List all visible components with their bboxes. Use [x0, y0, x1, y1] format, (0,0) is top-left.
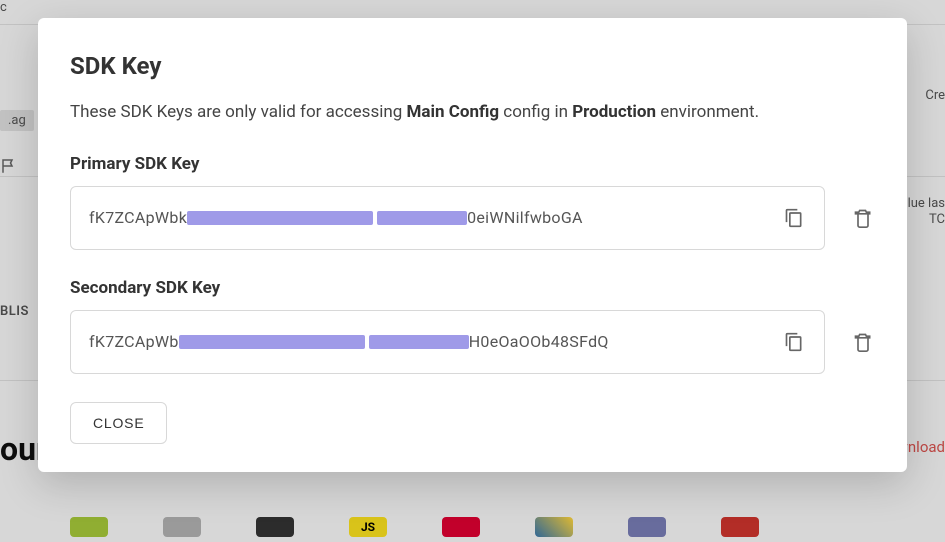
secondary-key-label: Secondary SDK Key [70, 278, 875, 298]
environment-name: Production [572, 102, 656, 122]
sdk-key-modal: SDK Key These SDK Keys are only valid fo… [38, 18, 907, 472]
delete-primary-key-button[interactable] [851, 186, 875, 250]
close-button[interactable]: CLOSE [70, 402, 167, 444]
primary-key-label: Primary SDK Key [70, 154, 875, 174]
delete-secondary-key-button[interactable] [851, 310, 875, 374]
primary-key-field[interactable]: fK7ZCApWbk0eiWNilfwboGA [70, 186, 825, 250]
primary-key-value: fK7ZCApWbk0eiWNilfwboGA [89, 208, 770, 227]
secondary-key-field[interactable]: fK7ZCApWbH0eOaOOb48SFdQ [70, 310, 825, 374]
modal-description: These SDK Keys are only valid for access… [70, 100, 875, 126]
secondary-key-value: fK7ZCApWbH0eOaOOb48SFdQ [89, 332, 770, 351]
copy-icon[interactable] [782, 330, 806, 354]
copy-icon[interactable] [782, 206, 806, 230]
modal-title: SDK Key [70, 52, 875, 80]
config-name: Main Config [407, 102, 500, 122]
